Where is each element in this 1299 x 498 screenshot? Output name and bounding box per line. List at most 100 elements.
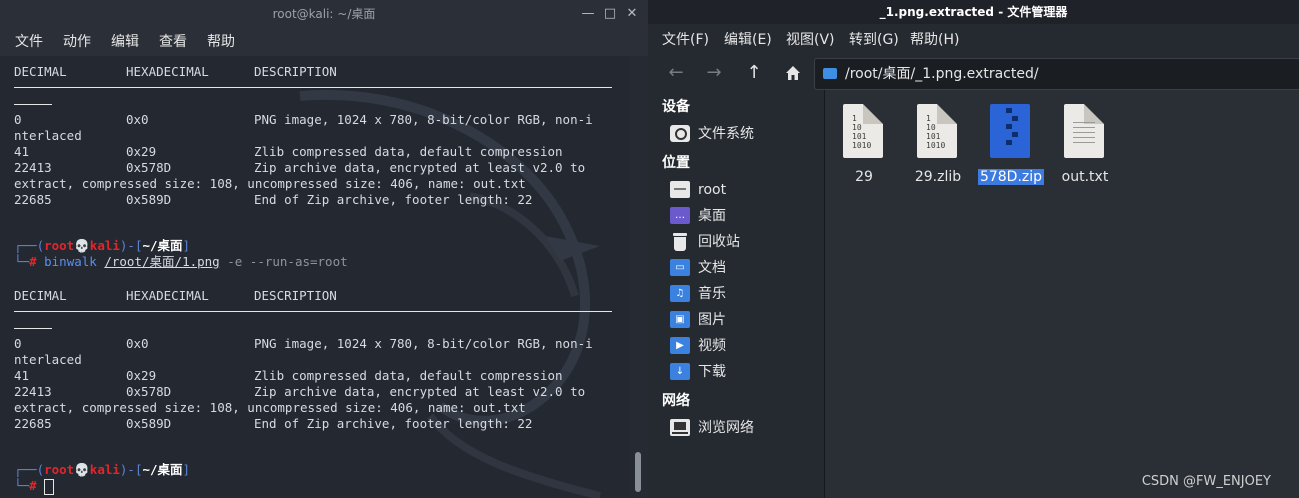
file-item[interactable]: 1 10 101 1010 29.zlib (905, 104, 971, 194)
command-line[interactable]: └─# (14, 478, 55, 495)
fm-menu-file[interactable]: 文件(F) (662, 31, 709, 49)
terminal-title: root@kali: ~/桌面 (272, 7, 376, 21)
header-decimal: DECIMAL (14, 64, 67, 79)
sidebar-item-label: 音乐 (698, 286, 726, 302)
sidebar-item-label: 下载 (698, 364, 726, 380)
close-button[interactable]: ✕ (622, 0, 642, 28)
maximize-button[interactable]: □ (600, 0, 620, 28)
prompt-hash: # (29, 254, 37, 269)
prompt-corner: └─ (14, 254, 30, 269)
separator-line (14, 311, 612, 312)
command-binwalk: binwalk (44, 254, 97, 269)
sidebar-item-browse-network[interactable]: 浏览网络 (670, 416, 820, 440)
csdn-watermark: CSDN @FW_ENJOEY (1141, 474, 1271, 489)
sidebar-item-pictures[interactable]: ▣ 图片 (670, 308, 820, 332)
music-folder-icon: ♫ (670, 285, 690, 302)
prompt-path: ~/桌面 (142, 238, 183, 253)
file-item[interactable]: 1 10 101 1010 29 (831, 104, 897, 194)
cell-hex: 0x0 (126, 336, 149, 351)
home-icon[interactable] (782, 62, 804, 84)
menu-file[interactable]: 文件 (15, 32, 43, 52)
fm-toolbar: ← → ↑ /root/桌面/_1.png.extracted/ (648, 56, 1299, 90)
file-item[interactable]: out.txt (1052, 104, 1118, 194)
prompt-mid: )-[ (119, 238, 143, 253)
file-name: out.txt (1042, 168, 1128, 186)
sidebar-item-music[interactable]: ♫ 音乐 (670, 282, 820, 306)
prompt-line: ┌──(root💀kali)-[~/桌面] (14, 462, 190, 478)
sidebar-item-label: 回收站 (698, 234, 740, 250)
prompt-host: kali (89, 462, 120, 477)
sidebar-item-filesystem[interactable]: 文件系统 (670, 122, 820, 146)
address-bar[interactable]: /root/桌面/_1.png.extracted/ (814, 58, 1299, 90)
cell-hex: 0x578D (126, 384, 172, 399)
file-manager-window: _1.png.extracted - 文件管理器 文件(F) 编辑(E) 视图(… (648, 0, 1299, 498)
sidebar-item-desktop[interactable]: … 桌面 (670, 204, 820, 228)
prompt-close: ] (182, 462, 191, 477)
forward-arrow-icon[interactable]: → (703, 62, 725, 84)
prompt-host: kali (89, 238, 120, 253)
fm-menu-edit[interactable]: 编辑(E) (724, 31, 772, 49)
terminal-output[interactable]: DECIMAL HEXADECIMAL DESCRIPTION 0 0x0 PNG im… (0, 56, 630, 498)
network-icon (670, 419, 690, 436)
cell-hex: 0x578D (126, 160, 172, 175)
drive-icon (670, 125, 690, 142)
sidebar-item-videos[interactable]: ▶ 视频 (670, 334, 820, 358)
sidebar-heading-places: 位置 (662, 155, 690, 171)
menu-action[interactable]: 动作 (63, 32, 91, 52)
sidebar-item-label: root (698, 182, 727, 198)
menu-view[interactable]: 查看 (159, 32, 187, 52)
command-flags: -e --run-as=root (219, 254, 348, 269)
cell-description: Zip archive data, encrypted at least v2.… (254, 160, 586, 175)
cell-decimal: 0 (14, 336, 22, 351)
file-item-selected[interactable]: 578D.zip (977, 104, 1045, 194)
cell-wrap: extract, compressed size: 108, uncompres… (14, 176, 526, 191)
cell-decimal: 41 (14, 368, 30, 383)
output-row: extract, compressed size: 108, uncompres… (14, 400, 526, 416)
terminal-scrollbar[interactable] (630, 56, 648, 498)
command-path-desktop: 桌面 (149, 254, 175, 269)
documents-folder-icon: ▭ (670, 259, 690, 276)
separator-tail (14, 104, 52, 105)
header-description: DESCRIPTION (254, 64, 337, 79)
file-view[interactable]: 1 10 101 1010 29 1 10 101 1010 29.zlib 5… (825, 90, 1299, 498)
prompt-line: ┌──(root💀kali)-[~/桌面] (14, 238, 190, 254)
sidebar-item-trash[interactable]: 回收站 (670, 230, 820, 254)
file-name-text: 29 (855, 169, 873, 185)
sidebar-item-label: 桌面 (698, 208, 726, 224)
cell-decimal: 22685 (14, 416, 52, 431)
sidebar: 设备 文件系统 位置 root … 桌面 回收站 ▭ 文档 ♫ 音乐 ▣ 图片 … (648, 90, 824, 498)
terminal-titlebar: root@kali: ~/桌面 — □ ✕ (0, 0, 648, 28)
sidebar-item-label: 文件系统 (698, 126, 754, 142)
fm-menu-help[interactable]: 帮助(H) (910, 31, 959, 49)
terminal-window: root@kali: ~/桌面 — □ ✕ 文件 动作 编辑 查看 帮助 DEC… (0, 0, 648, 498)
binary-file-icon: 1 10 101 1010 (917, 104, 957, 158)
prompt-hash: # (29, 478, 37, 493)
command-path-file: 1.png (182, 254, 220, 269)
sidebar-item-label: 视频 (698, 338, 726, 354)
sidebar-item-root[interactable]: root (670, 178, 820, 202)
menu-edit[interactable]: 编辑 (111, 32, 139, 52)
skull-icon: 💀 (74, 462, 90, 477)
fm-menu-go[interactable]: 转到(G) (849, 31, 899, 49)
up-arrow-icon[interactable]: ↑ (743, 62, 765, 84)
fm-menu-view[interactable]: 视图(V) (786, 31, 835, 49)
cell-decimal: 41 (14, 144, 30, 159)
cell-description: End of Zip archive, footer length: 22 (254, 416, 533, 431)
column-header: DECIMAL HEXADECIMAL DESCRIPTION (14, 288, 337, 304)
prompt-open: ┌──( (14, 238, 45, 253)
sidebar-item-downloads[interactable]: ↓ 下载 (670, 360, 820, 384)
output-row: nterlaced (14, 128, 82, 144)
back-arrow-icon[interactable]: ← (665, 62, 687, 84)
sidebar-item-label: 文档 (698, 260, 726, 276)
file-name-text: 29.zlib (914, 169, 962, 185)
file-name-text: out.txt (1061, 169, 1109, 185)
sidebar-item-documents[interactable]: ▭ 文档 (670, 256, 820, 280)
menu-help[interactable]: 帮助 (207, 32, 235, 52)
sidebar-heading-devices: 设备 (662, 99, 690, 115)
minimize-button[interactable]: — (578, 0, 598, 28)
cell-description: Zlib compressed data, default compressio… (254, 368, 563, 383)
terminal-menubar: 文件 动作 编辑 查看 帮助 (0, 28, 648, 56)
cell-hex: 0x29 (126, 144, 157, 159)
prompt-path: ~/桌面 (142, 462, 183, 477)
scrollbar-thumb[interactable] (635, 452, 641, 492)
